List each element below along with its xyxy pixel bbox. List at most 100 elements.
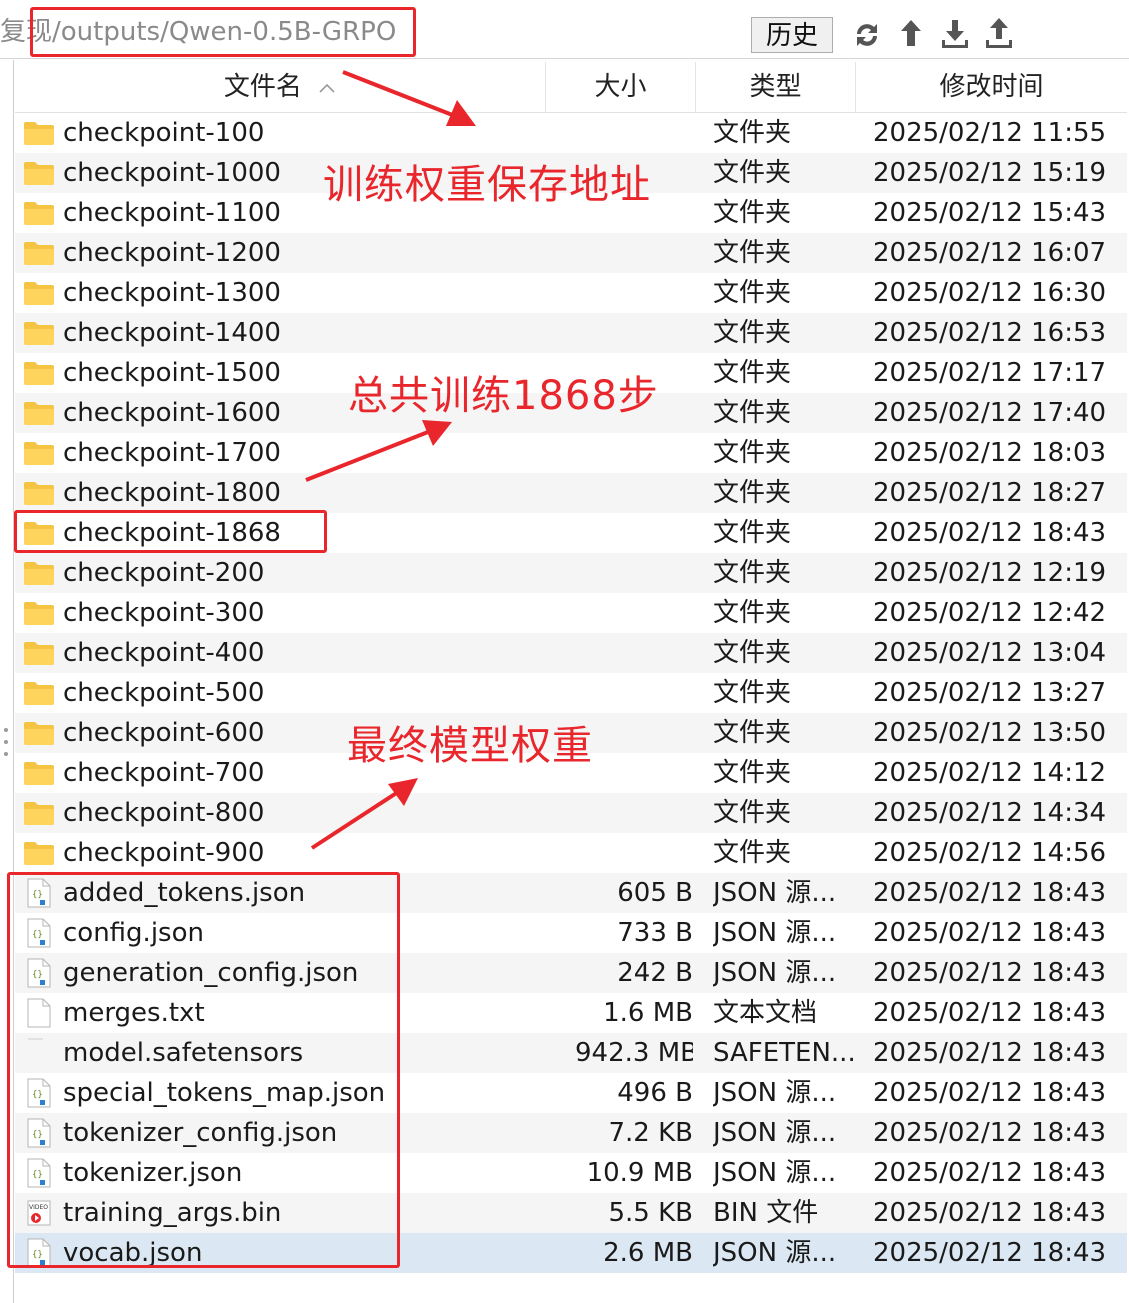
- file-row[interactable]: checkpoint-1200 文件夹 2025/02/12 16:07: [15, 233, 1127, 273]
- annotation-total-steps: 总共训练1868步: [348, 373, 659, 419]
- file-size: 2.6 MB: [603, 1238, 693, 1268]
- column-name-header[interactable]: 文件名: [15, 62, 546, 112]
- history-button[interactable]: 历史: [751, 17, 833, 53]
- file-modified: 2025/02/12 15:43: [873, 198, 1107, 228]
- file-type: 文件夹: [713, 278, 792, 308]
- file-row[interactable]: checkpoint-1300 文件夹 2025/02/12 16:30: [15, 273, 1127, 313]
- file-size: 7.2 KB: [608, 1118, 694, 1148]
- folder-icon: [23, 113, 55, 153]
- file-name: checkpoint-1200: [63, 238, 281, 268]
- file-size: 242 B: [617, 958, 693, 988]
- file-type: JSON 源...: [713, 878, 837, 908]
- file-modified: 2025/02/12 18:43: [873, 518, 1107, 548]
- file-name: checkpoint-1300: [63, 278, 281, 308]
- file-row[interactable]: checkpoint-1400 文件夹 2025/02/12 16:53: [15, 313, 1127, 353]
- file-modified: 2025/02/12 18:43: [873, 998, 1107, 1028]
- file-row[interactable]: checkpoint-800 文件夹 2025/02/12 14:34: [15, 793, 1127, 833]
- file-type: 文件夹: [713, 438, 792, 468]
- file-modified: 2025/02/12 17:17: [873, 358, 1107, 388]
- folder-icon: [23, 793, 55, 833]
- folder-icon: [23, 393, 55, 433]
- file-modified: 2025/02/12 18:43: [873, 878, 1107, 908]
- file-modified: 2025/02/12 16:07: [873, 238, 1107, 268]
- annotation-box-checkpoint-1868: [14, 510, 327, 553]
- refresh-icon[interactable]: [850, 14, 884, 54]
- file-modified: 2025/02/12 13:04: [873, 638, 1107, 668]
- folder-icon: [23, 433, 55, 473]
- file-type: JSON 源...: [713, 1118, 837, 1148]
- file-type: JSON 源...: [713, 1078, 837, 1108]
- file-size: [575, 273, 693, 313]
- file-size: [575, 553, 693, 593]
- file-size: [575, 513, 693, 553]
- file-modified: 2025/02/12 12:19: [873, 558, 1107, 588]
- file-type: 文件夹: [713, 158, 792, 188]
- file-modified: 2025/02/12 13:27: [873, 678, 1107, 708]
- file-modified: 2025/02/12 18:43: [873, 1158, 1107, 1188]
- file-type: JSON 源...: [713, 1238, 837, 1268]
- file-name: checkpoint-200: [63, 558, 265, 588]
- file-modified: 2025/02/12 18:03: [873, 438, 1107, 468]
- file-type: 文件夹: [713, 238, 792, 268]
- folder-icon: [23, 153, 55, 193]
- file-row[interactable]: checkpoint-900 文件夹 2025/02/12 14:56: [15, 833, 1127, 873]
- file-modified: 2025/02/12 18:43: [873, 1038, 1107, 1068]
- column-header: 文件名 大小 类型 修改时间: [15, 62, 1127, 113]
- folder-icon: [23, 473, 55, 513]
- file-size: [575, 313, 693, 353]
- file-type: 文件夹: [713, 398, 792, 428]
- file-modified: 2025/02/12 18:43: [873, 918, 1107, 948]
- file-row[interactable]: checkpoint-1700 文件夹 2025/02/12 18:03: [15, 433, 1127, 473]
- file-name: checkpoint-100: [63, 118, 265, 148]
- file-type: 文件夹: [713, 598, 792, 628]
- file-size: [575, 113, 693, 153]
- toolbar-icons: [850, 14, 1016, 54]
- file-name: checkpoint-800: [63, 798, 265, 828]
- file-size: [575, 473, 693, 513]
- file-type: 文件夹: [713, 358, 792, 388]
- file-size: 10.9 MB: [586, 1158, 693, 1188]
- file-modified: 2025/02/12 12:42: [873, 598, 1107, 628]
- annotation-box-model-files: [7, 872, 400, 1268]
- sort-ascending-icon: [319, 83, 335, 93]
- file-modified: 2025/02/12 16:30: [873, 278, 1107, 308]
- folder-icon: [23, 713, 55, 753]
- file-type: 文件夹: [713, 678, 792, 708]
- file-row[interactable]: checkpoint-500 文件夹 2025/02/12 13:27: [15, 673, 1127, 713]
- upload-arrow-icon[interactable]: [894, 14, 928, 54]
- column-type-header[interactable]: 类型: [696, 62, 856, 112]
- file-row[interactable]: checkpoint-300 文件夹 2025/02/12 12:42: [15, 593, 1127, 633]
- file-row[interactable]: checkpoint-200 文件夹 2025/02/12 12:19: [15, 553, 1127, 593]
- file-size: [575, 673, 693, 713]
- file-name: checkpoint-500: [63, 678, 265, 708]
- file-type: 文件夹: [713, 478, 792, 508]
- file-modified: 2025/02/12 11:55: [873, 118, 1107, 148]
- file-name: checkpoint-1800: [63, 478, 281, 508]
- file-size: 942.3 MB: [575, 1038, 693, 1068]
- splitter-handle[interactable]: [3, 726, 9, 758]
- folder-icon: [23, 633, 55, 673]
- file-row[interactable]: checkpoint-100 文件夹 2025/02/12 11:55: [15, 113, 1127, 153]
- file-row[interactable]: checkpoint-400 文件夹 2025/02/12 13:04: [15, 633, 1127, 673]
- file-name: checkpoint-1700: [63, 438, 281, 468]
- file-name: checkpoint-1400: [63, 318, 281, 348]
- file-modified: 2025/02/12 13:50: [873, 718, 1107, 748]
- upload-tray-icon[interactable]: [982, 14, 1016, 54]
- folder-icon: [23, 353, 55, 393]
- file-size: [575, 793, 693, 833]
- folder-icon: [23, 593, 55, 633]
- folder-icon: [23, 753, 55, 793]
- file-size: 733 B: [617, 918, 693, 948]
- file-row[interactable]: checkpoint-1800 文件夹 2025/02/12 18:27: [15, 473, 1127, 513]
- column-size-header[interactable]: 大小: [546, 62, 696, 112]
- file-size: [575, 233, 693, 273]
- download-icon[interactable]: [938, 14, 972, 54]
- file-name: checkpoint-300: [63, 598, 265, 628]
- file-modified: 2025/02/12 16:53: [873, 318, 1107, 348]
- file-name: checkpoint-400: [63, 638, 265, 668]
- file-type: 文件夹: [713, 758, 792, 788]
- column-modified-header[interactable]: 修改时间: [856, 62, 1127, 112]
- file-modified: 2025/02/12 18:27: [873, 478, 1107, 508]
- file-modified: 2025/02/12 18:43: [873, 958, 1107, 988]
- file-modified: 2025/02/12 17:40: [873, 398, 1107, 428]
